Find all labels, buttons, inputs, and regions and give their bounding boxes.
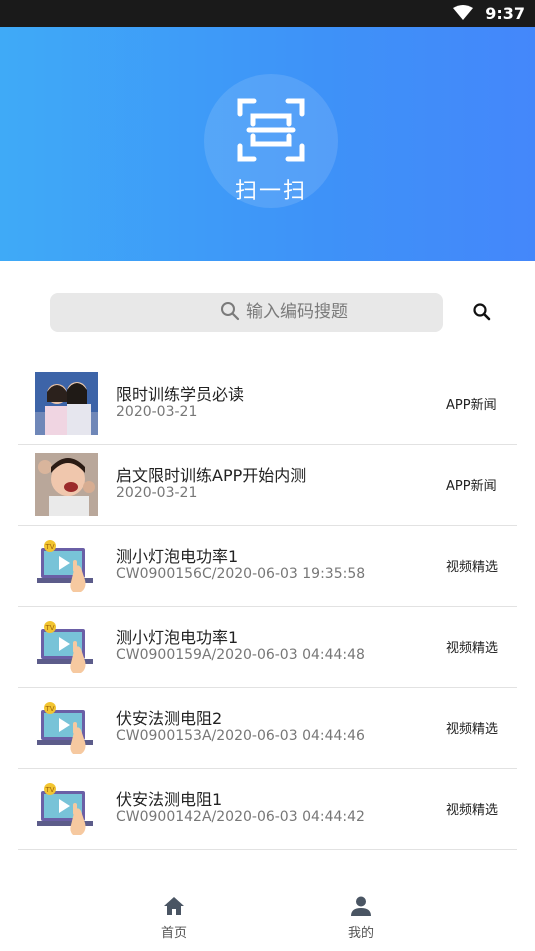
item-category: APP新闻 [446,398,497,413]
item-code-date: CW0900153A/2020-06-03 04:44:46 [116,728,365,744]
list-item[interactable]: TV 伏安法测电阻1 CW0900142A/2020-06-03 04:44:4… [18,769,517,850]
status-time: 9:37 [485,4,525,23]
item-category: 视频精选 [446,803,499,818]
scan-icon [237,98,305,162]
search-input[interactable] [246,299,436,325]
item-category: 视频精选 [446,560,499,575]
scan-button[interactable]: 扫一扫 [204,74,338,208]
article-list: 限时训练学员必读 2020-03-21 APP新闻 启文限时训练APP开始内测 … [18,364,517,850]
item-date: 2020-03-21 [116,404,198,420]
list-item[interactable]: 限时训练学员必读 2020-03-21 APP新闻 [18,364,517,445]
list-item[interactable]: TV 测小灯泡电功率1 CW0900159A/2020-06-03 04:44:… [18,607,517,688]
item-category: 视频精选 [446,722,499,737]
svg-text:TV: TV [44,543,54,551]
svg-text:TV: TV [44,624,54,632]
photo-thumbnail [35,372,98,435]
item-date: 2020-03-21 [116,485,198,501]
item-title: 测小灯泡电功率1 [116,628,239,647]
svg-text:TV: TV [44,705,54,713]
search-bar[interactable] [50,293,443,332]
hero-banner: 扫一扫 [0,27,535,261]
photo-thumbnail [35,453,98,516]
tab-mine[interactable]: 我的 [331,896,391,941]
tab-home[interactable]: 首页 [144,896,204,941]
item-code-date: CW0900159A/2020-06-03 04:44:48 [116,647,365,663]
search-submit-icon[interactable] [470,300,496,326]
item-category: 视频精选 [446,641,499,656]
item-title: 限时训练学员必读 [116,385,245,404]
item-code-date: CW0900156C/2020-06-03 19:35:58 [116,566,366,582]
tab-mine-label: 我的 [347,926,374,941]
item-title: 伏安法测电阻2 [116,709,223,728]
item-code-date: CW0900142A/2020-06-03 04:44:42 [116,809,365,825]
person-icon [351,896,371,916]
video-lesson-icon: TV [35,615,98,678]
wifi-icon [453,5,473,20]
svg-text:TV: TV [44,786,54,794]
item-title: 启文限时训练APP开始内测 [116,466,307,485]
video-lesson-icon: TV [35,777,98,840]
search-icon [221,302,240,321]
bottom-tab-bar: 首页 我的 [0,890,535,951]
tab-home-label: 首页 [160,926,187,941]
status-bar: 9:37 [0,0,535,27]
list-item[interactable]: TV 伏安法测电阻2 CW0900153A/2020-06-03 04:44:4… [18,688,517,769]
scan-label: 扫一扫 [234,179,307,204]
item-title: 伏安法测电阻1 [116,790,223,809]
video-lesson-icon: TV [35,696,98,759]
item-title: 测小灯泡电功率1 [116,547,239,566]
list-item[interactable]: TV 测小灯泡电功率1 CW0900156C/2020-06-03 19:35:… [18,526,517,607]
item-category: APP新闻 [446,479,497,494]
list-item[interactable]: 启文限时训练APP开始内测 2020-03-21 APP新闻 [18,445,517,526]
video-lesson-icon: TV [35,534,98,597]
home-icon [164,897,184,915]
